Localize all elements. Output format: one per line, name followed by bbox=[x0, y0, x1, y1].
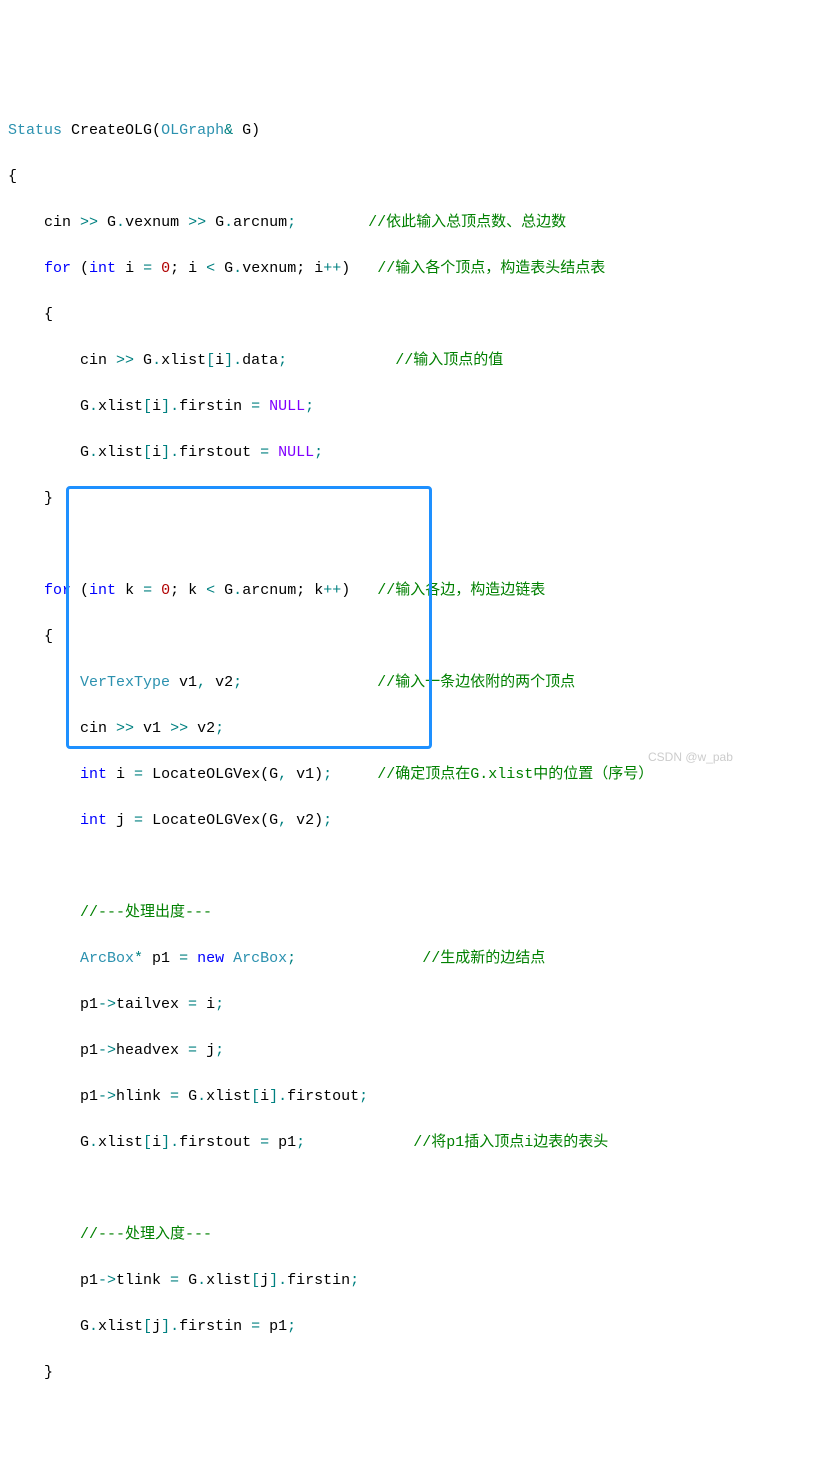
code-line: cin >> G.vexnum >> G.arcnum; //依此输入总顶点数、… bbox=[8, 211, 809, 234]
code-block: Status CreateOLG(OLGraph& G) { cin >> G.… bbox=[8, 96, 809, 1453]
highlight-box bbox=[66, 486, 432, 749]
code-line: for (int i = 0; i < G.vexnum; i++) //输入各… bbox=[8, 257, 809, 280]
code-line: Status CreateOLG(OLGraph& G) bbox=[8, 119, 809, 142]
code-line bbox=[8, 855, 809, 878]
code-line: } bbox=[8, 487, 809, 510]
code-line: G.xlist[i].firstout = NULL; bbox=[8, 441, 809, 464]
code-line: p1->tailvex = i; bbox=[8, 993, 809, 1016]
code-line: for (int k = 0; k < G.arcnum; k++) //输入各… bbox=[8, 579, 809, 602]
code-line: { bbox=[8, 165, 809, 188]
code-line: VerTexType v1, v2; //输入一条边依附的两个顶点 bbox=[8, 671, 809, 694]
code-line: cin >> G.xlist[i].data; //输入顶点的值 bbox=[8, 349, 809, 372]
code-line: G.xlist[j].firstin = p1; bbox=[8, 1315, 809, 1338]
code-line: G.xlist[i].firstin = NULL; bbox=[8, 395, 809, 418]
code-line bbox=[8, 533, 809, 556]
watermark: CSDN @w_pab bbox=[648, 746, 733, 769]
code-line: cin >> v1 >> v2; bbox=[8, 717, 809, 740]
code-line: } bbox=[8, 1361, 809, 1384]
code-line: { bbox=[8, 303, 809, 326]
code-line: { bbox=[8, 625, 809, 648]
code-line: p1->hlink = G.xlist[i].firstout; bbox=[8, 1085, 809, 1108]
code-line: p1->headvex = j; bbox=[8, 1039, 809, 1062]
code-line: p1->tlink = G.xlist[j].firstin; bbox=[8, 1269, 809, 1292]
code-line: ArcBox* p1 = new ArcBox; //生成新的边结点 bbox=[8, 947, 809, 970]
code-line: G.xlist[i].firstout = p1; //将p1插入顶点i边表的表… bbox=[8, 1131, 809, 1154]
code-line: //---处理入度--- bbox=[8, 1223, 809, 1246]
code-line: int j = LocateOLGVex(G, v2); bbox=[8, 809, 809, 832]
code-line bbox=[8, 1177, 809, 1200]
code-line: //---处理出度--- bbox=[8, 901, 809, 924]
